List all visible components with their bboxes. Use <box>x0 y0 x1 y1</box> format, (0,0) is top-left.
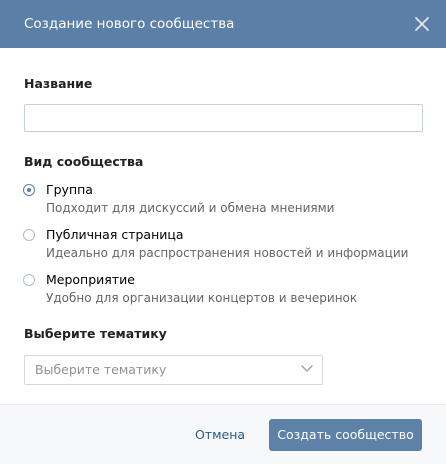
dialog-title: Создание нового сообщества <box>24 16 235 32</box>
radio-desc-public: Идеально для распространения новостей и … <box>46 246 409 260</box>
radio-event-option[interactable]: Мероприятие Удобно для организации конце… <box>22 270 422 306</box>
name-input[interactable] <box>24 104 423 132</box>
radio-unchecked-icon[interactable] <box>23 274 35 286</box>
name-label: Название <box>24 76 93 91</box>
radio-title-public: Публичная страница <box>46 227 184 242</box>
close-icon[interactable] <box>412 14 432 34</box>
radio-unchecked-icon[interactable] <box>23 229 35 241</box>
radio-desc-event: Удобно для организации концертов и вечер… <box>46 291 358 305</box>
radio-checked-icon[interactable] <box>23 184 35 196</box>
chevron-down-icon <box>301 365 313 372</box>
topic-select-value: Выберите тематику <box>35 362 167 377</box>
dialog-header: Создание нового сообщества <box>0 0 446 48</box>
topic-label: Выберите тематику <box>24 326 167 341</box>
radio-group-option[interactable]: Группа Подходит для дискуссий и обмена м… <box>22 180 422 216</box>
topic-select[interactable]: Выберите тематику <box>24 355 323 385</box>
radio-title-event: Мероприятие <box>46 272 135 287</box>
radio-public-option[interactable]: Публичная страница Идеально для распрост… <box>22 225 422 261</box>
radio-title-group: Группа <box>46 182 93 197</box>
community-type-label: Вид сообщества <box>24 154 144 169</box>
create-community-button[interactable]: Создать сообщество <box>269 419 422 451</box>
radio-desc-group: Подходит для дискуссий и обмена мнениями <box>46 201 335 215</box>
cancel-button[interactable]: Отмена <box>186 419 254 451</box>
